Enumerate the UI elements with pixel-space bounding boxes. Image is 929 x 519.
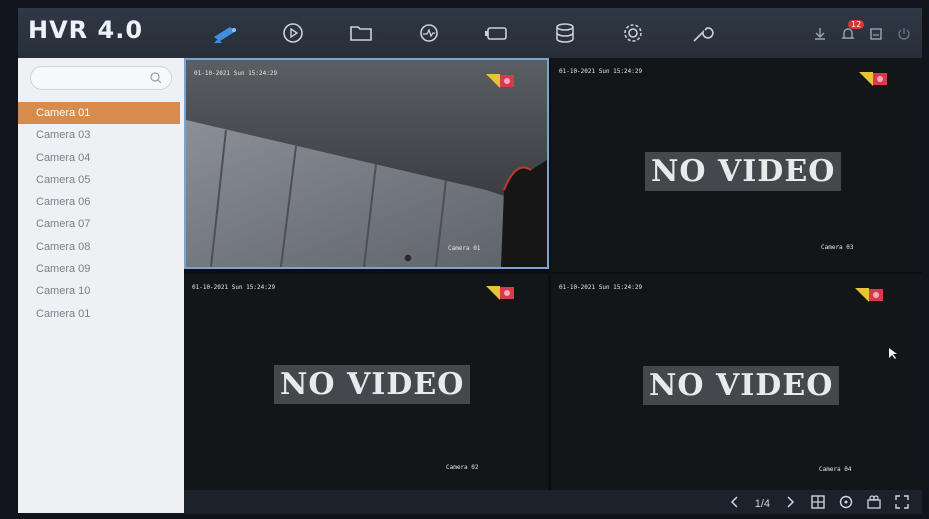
configuration-icon[interactable]: [616, 18, 650, 48]
timestamp-overlay: 01-10-2021 Sun 15:24:29: [194, 70, 278, 77]
camera-list-item[interactable]: Camera 07: [18, 213, 184, 235]
camera-list-item[interactable]: Camera 08: [18, 236, 184, 258]
motion-alarm-icon: [486, 74, 514, 88]
video-tile-1[interactable]: 01-10-2021 Sun 15:24:29 Camera 01: [184, 58, 549, 269]
app-title: HVR 4.0: [28, 16, 144, 44]
fullscreen-icon[interactable]: [894, 494, 910, 513]
previous-page-icon[interactable]: [727, 494, 743, 513]
live-view-camera-icon[interactable]: [208, 18, 242, 48]
camera-name-overlay: Camera 04: [819, 466, 852, 473]
page-indicator: 1/4: [754, 497, 770, 510]
pagination: 1/4: [727, 494, 910, 513]
camera-sidebar: Camera 01 Camera 03 Camera 04 Camera 05 …: [18, 58, 184, 513]
camera-search-input[interactable]: [30, 66, 172, 90]
smart-analysis-icon[interactable]: [412, 18, 446, 48]
motion-alarm-icon: [859, 72, 887, 86]
no-video-message: NO VIDEO: [645, 152, 842, 191]
bottom-toolbar: 1/4: [184, 490, 922, 514]
no-video-message: NO VIDEO: [274, 365, 471, 404]
camera-list-item[interactable]: Camera 01: [18, 102, 180, 125]
system-icons: 12: [812, 20, 912, 46]
alarm-count-badge: 12: [848, 20, 865, 29]
camera-name-overlay: Camera 03: [821, 244, 854, 251]
camera-list-item[interactable]: Camera 09: [18, 258, 184, 280]
next-page-icon[interactable]: [782, 494, 798, 513]
camera-name-overlay: Camera 01: [448, 245, 481, 252]
notifications-icon[interactable]: [868, 26, 884, 46]
motion-alarm-icon: [486, 286, 514, 300]
camera-feed-image: [186, 60, 547, 267]
video-tile-3[interactable]: 01-10-2021 Sun 15:24:29 NO VIDEO Camera …: [184, 274, 548, 490]
camera-group-icon[interactable]: [866, 494, 882, 513]
camera-list-item[interactable]: Camera 03: [18, 124, 184, 146]
camera-list-item[interactable]: Camera 01: [18, 303, 184, 325]
live-view-grid: 01-10-2021 Sun 15:24:29 Camera 01 01-10-…: [184, 58, 922, 490]
main-nav: [208, 18, 718, 48]
video-tile-4[interactable]: 01-10-2021 Sun 15:24:29 NO VIDEO Camera …: [551, 274, 922, 490]
playback-search-icon[interactable]: [838, 494, 854, 513]
power-icon[interactable]: [896, 26, 912, 46]
timestamp-overlay: 01-10-2021 Sun 15:24:29: [559, 68, 643, 75]
camera-list-item[interactable]: Camera 04: [18, 147, 184, 169]
mouse-pointer-icon: [889, 348, 897, 359]
search-icon[interactable]: [149, 71, 163, 85]
files-icon[interactable]: [344, 18, 378, 48]
camera-list-item[interactable]: Camera 05: [18, 169, 184, 191]
alarm-bell-icon[interactable]: 12: [840, 20, 865, 46]
video-tile-2[interactable]: 01-10-2021 Sun 15:24:29 NO VIDEO Camera …: [551, 58, 922, 272]
motion-alarm-icon: [855, 288, 883, 302]
maintenance-icon[interactable]: [684, 18, 718, 48]
grid-layout-icon[interactable]: [810, 494, 826, 513]
camera-list: Camera 01 Camera 03 Camera 04 Camera 05 …: [18, 102, 184, 325]
timestamp-overlay: 01-10-2021 Sun 15:24:29: [192, 284, 276, 291]
channel-management-icon[interactable]: [480, 18, 514, 48]
timestamp-overlay: 01-10-2021 Sun 15:24:29: [559, 284, 643, 291]
playback-icon[interactable]: [276, 18, 310, 48]
top-menu-bar: HVR 4.0 12: [18, 8, 922, 58]
no-video-message: NO VIDEO: [643, 366, 840, 405]
camera-list-item[interactable]: Camera 06: [18, 191, 184, 213]
camera-list-item[interactable]: Camera 10: [18, 280, 184, 302]
dvr-screen: HVR 4.0 12 Camera 01 Camera 03 Camera 04…: [0, 0, 929, 519]
storage-icon[interactable]: [548, 18, 582, 48]
camera-name-overlay: Camera 02: [446, 464, 479, 471]
download-icon[interactable]: [812, 26, 828, 46]
